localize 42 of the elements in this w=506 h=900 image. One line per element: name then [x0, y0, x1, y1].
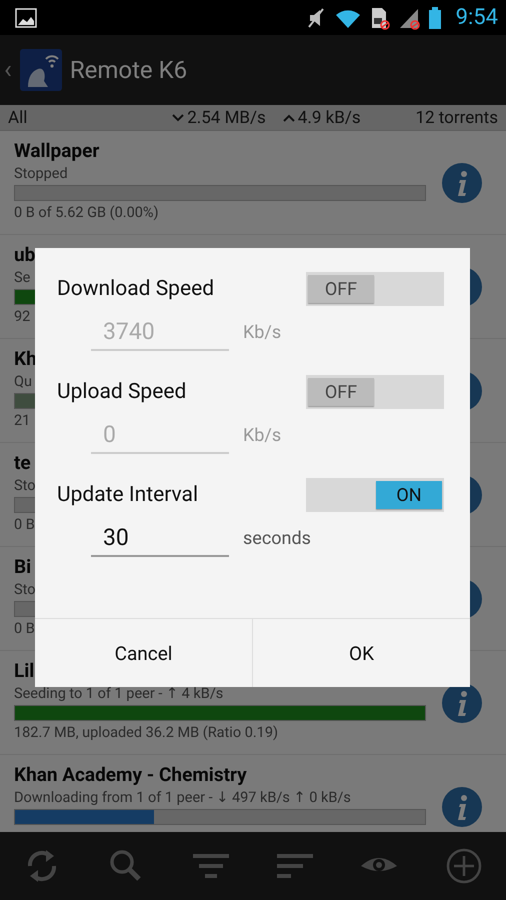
torrent-details: 0 B of 5.62 GB (0.00%) [14, 204, 159, 221]
torrent-details: 21 [14, 412, 30, 429]
torrent-name: Kh [14, 347, 37, 370]
torrent-details: 182.7 MB, uploaded 36.2 MB (Ratio 0.19) [14, 724, 278, 741]
download-speed: 2.54 MB/s [187, 108, 266, 128]
unit-label: Kb/s [243, 322, 282, 343]
torrent-name: ub [14, 243, 36, 266]
torrent-count: 12 torrents [415, 108, 498, 128]
torrent-status: Se [14, 269, 30, 286]
upload-speed: 4.9 kB/s [298, 108, 361, 128]
setting-label: Upload Speed [57, 380, 186, 404]
back-caret[interactable]: ‹ [4, 55, 12, 85]
torrent-status: Sto [14, 477, 36, 494]
app-logo-icon [20, 49, 62, 91]
sd-card-blocked-icon [370, 6, 390, 30]
torrent-name: Bi [14, 555, 32, 578]
torrent-name: te [14, 451, 31, 474]
torrent-details: 0 B [14, 516, 35, 533]
battery-icon [428, 6, 442, 30]
torrent-details: 0 B [14, 620, 35, 637]
chevron-down-icon [172, 112, 184, 124]
toggle-switch[interactable]: ON [306, 478, 444, 512]
setting-label: Download Speed [57, 277, 214, 301]
image-icon [14, 6, 38, 30]
torrent-status: Stopped [14, 165, 68, 182]
app-title: Remote K6 [70, 56, 188, 84]
torrent-name: Lil [14, 659, 34, 682]
torrent-name: Wallpaper [14, 139, 100, 162]
clock-time: 9:54 [456, 5, 498, 30]
torrent-status: Seeding to 1 of 1 peer - ↑ 4 kB/s [14, 685, 224, 702]
info-icon[interactable] [442, 682, 482, 722]
torrent-details: 92 [14, 308, 30, 325]
input-field[interactable]: 30 [91, 520, 229, 557]
mute-icon [306, 6, 326, 30]
unit-label: seconds [243, 528, 311, 549]
torrent-status: Downloading from 1 of 1 peer - ↓ 497 kB/s ↑ 0 kB/s [14, 789, 351, 806]
torrent-status: Qu [14, 373, 32, 390]
torrent-name: Khan Academy - Chemistry [14, 763, 247, 786]
unit-label: Kb/s [243, 425, 282, 446]
setting-label: Update Interval [57, 483, 198, 507]
filter-label[interactable]: All [8, 108, 28, 128]
torrent-status: Sto [14, 581, 36, 598]
